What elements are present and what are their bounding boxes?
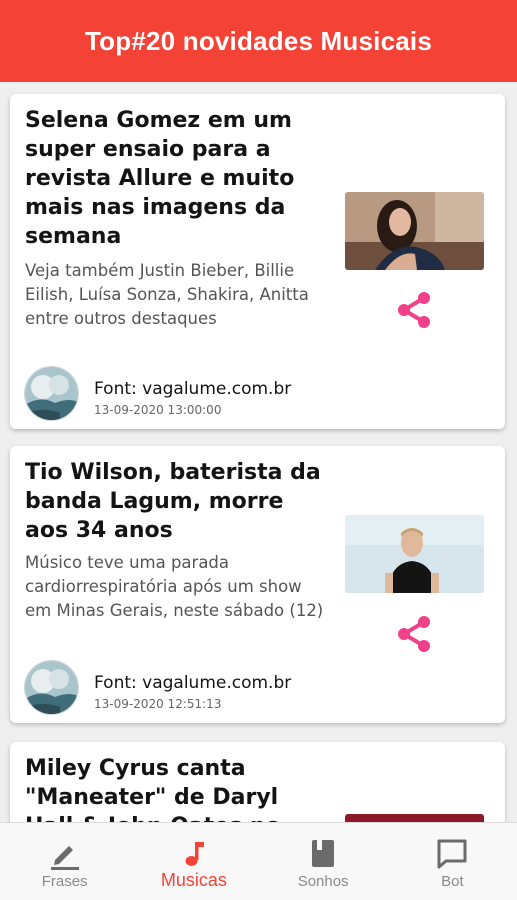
share-button[interactable] bbox=[394, 614, 434, 654]
news-thumbnail[interactable] bbox=[345, 515, 484, 593]
photo-man-icon bbox=[345, 515, 484, 593]
avatar-image-icon bbox=[25, 661, 78, 714]
page-title: Top#20 novidades Musicais bbox=[85, 25, 432, 56]
tab-frases[interactable]: Frases bbox=[0, 823, 129, 900]
tab-label: Musicas bbox=[160, 870, 227, 890]
music-note-icon bbox=[176, 836, 212, 872]
news-card[interactable]: Miley Cyrus canta "Maneater" de Daryl Ha… bbox=[10, 742, 505, 822]
news-source: Font: vagalume.com.br bbox=[94, 379, 292, 399]
source-avatar bbox=[24, 660, 79, 715]
bottom-navigation: Frases Musicas Sonhos Bot bbox=[0, 822, 517, 900]
app-screen: Top#20 novidades Musicais Selena Gomez e… bbox=[0, 0, 517, 900]
source-avatar bbox=[24, 366, 79, 421]
news-feed[interactable]: Selena Gomez em um super ensaio para a r… bbox=[0, 82, 517, 822]
tab-label: Sonhos bbox=[297, 873, 349, 890]
news-card[interactable]: Tio Wilson, baterista da banda Lagum, mo… bbox=[10, 446, 505, 723]
photo-woman-icon bbox=[345, 192, 484, 270]
news-description: Músico teve uma parada cardiorrespiratór… bbox=[25, 553, 324, 620]
chat-icon bbox=[434, 836, 470, 872]
news-thumbnail[interactable] bbox=[345, 192, 484, 270]
tab-label: Frases bbox=[41, 873, 88, 890]
news-date: 13-09-2020 13:00:00 bbox=[94, 403, 222, 417]
news-thumbnail[interactable] bbox=[345, 814, 484, 822]
pen-icon bbox=[47, 836, 83, 872]
news-title[interactable]: Tio Wilson, baterista da banda Lagum, mo… bbox=[25, 458, 325, 545]
news-title[interactable]: Miley Cyrus canta "Maneater" de Daryl Ha… bbox=[25, 754, 325, 822]
tab-bot[interactable]: Bot bbox=[388, 823, 517, 900]
app-header: Top#20 novidades Musicais bbox=[0, 0, 517, 82]
news-description: Veja também Justin Bieber, Billie Eilish… bbox=[25, 261, 309, 328]
tab-musicas[interactable]: Musicas bbox=[129, 823, 258, 900]
avatar-image-icon bbox=[25, 367, 78, 420]
share-button[interactable] bbox=[394, 290, 434, 330]
share-icon bbox=[398, 616, 430, 652]
tab-sonhos[interactable]: Sonhos bbox=[259, 823, 388, 900]
news-source: Font: vagalume.com.br bbox=[94, 673, 292, 693]
news-card[interactable]: Selena Gomez em um super ensaio para a r… bbox=[10, 94, 505, 429]
news-title[interactable]: Selena Gomez em um super ensaio para a r… bbox=[25, 106, 325, 251]
book-icon bbox=[305, 836, 341, 872]
tab-label: Bot bbox=[441, 873, 464, 890]
news-date: 13-09-2020 12:51:13 bbox=[94, 697, 222, 711]
share-icon bbox=[398, 292, 430, 328]
